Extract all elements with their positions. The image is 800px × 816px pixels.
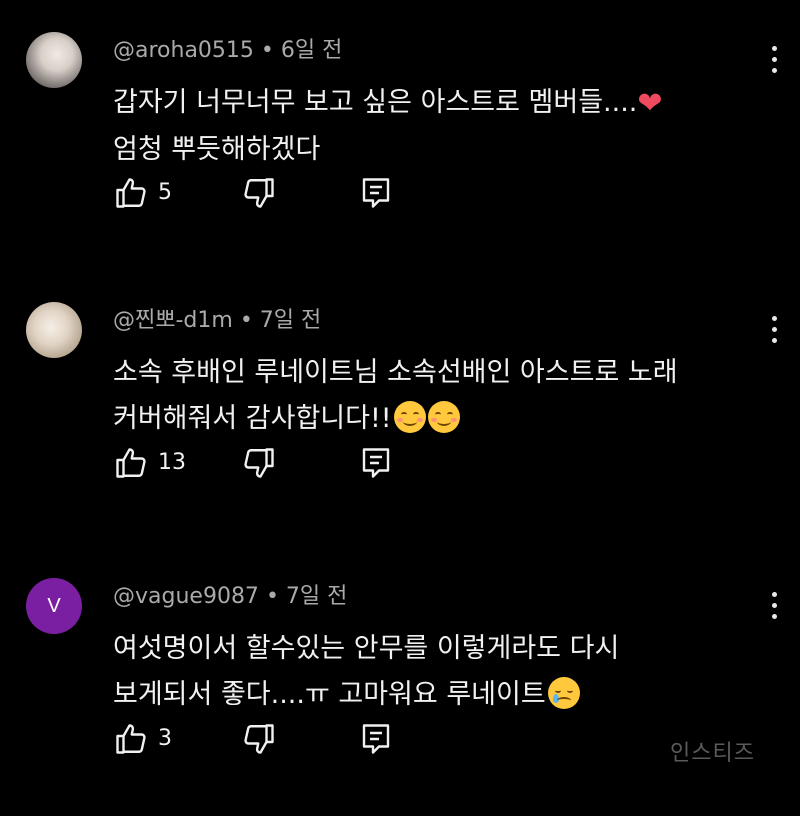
comment-line-text: 여섯명이서 할수있는 안무를 이렇게라도 다시 <box>113 633 620 664</box>
like-count: 3 <box>158 726 172 751</box>
comment-time: 7일 전 <box>285 584 348 609</box>
comment-meta: @aroha0515 • 6일 전 <box>113 32 342 64</box>
reply-icon[interactable] <box>358 175 394 211</box>
comment-line: 소속 후배인 루네이트님 소속선배인 아스트로 노래 <box>113 350 753 396</box>
author-handle[interactable]: @aroha0515 <box>113 38 254 63</box>
smiling-face-emoji-icon <box>393 401 426 433</box>
comment-meta: @vague9087 • 7일 전 <box>113 578 347 610</box>
comment-line-text: 엄청 뿌듯해하겠다 <box>113 134 321 165</box>
comment-line-text: 커버해줘서 감사합니다!! <box>113 403 392 434</box>
like-count: 13 <box>158 450 186 475</box>
reply-icon[interactable] <box>358 445 394 481</box>
comment-line-text: 소속 후배인 루네이트님 소속선배인 아스트로 노래 <box>113 357 678 388</box>
more-vert-icon[interactable] <box>760 310 790 350</box>
comment-text: 여섯명이서 할수있는 안무를 이렇게라도 다시 보게되서 좋다....ㅠ 고마워… <box>113 626 753 718</box>
comment-actions: 13 <box>113 445 413 485</box>
avatar-letter: V <box>47 594 61 617</box>
thumbs-up-icon[interactable] <box>113 445 149 481</box>
more-vert-icon[interactable] <box>760 40 790 80</box>
author-avatar[interactable]: V <box>26 578 82 634</box>
reply-icon[interactable] <box>358 721 394 757</box>
author-handle[interactable]: @찐뽀-d1m <box>113 308 233 333</box>
thumbs-down-icon[interactable] <box>241 721 277 757</box>
crying-face-emoji-icon <box>547 677 580 709</box>
heart-emoji-icon: ❤ <box>637 86 663 121</box>
comment-meta: @찐뽀-d1m • 7일 전 <box>113 302 321 334</box>
comment-time: 7일 전 <box>259 308 322 333</box>
comment-line: 갑자기 너무너무 보고 싶은 아스트로 멤버들....❤ <box>113 80 753 127</box>
smiling-face-emoji-icon <box>427 401 460 433</box>
comment-1: @aroha0515 • 6일 전 갑자기 너무너무 보고 싶은 아스트로 멤버들.… <box>0 0 800 270</box>
comment-time: 6일 전 <box>280 38 343 63</box>
comment-actions: 3 <box>113 721 413 761</box>
more-vert-icon[interactable] <box>760 586 790 626</box>
meta-separator: • <box>239 308 253 333</box>
comment-line-text: 보게되서 좋다....ㅠ 고마워요 루네이트 <box>113 679 546 710</box>
comment-line-text: 갑자기 너무너무 보고 싶은 아스트로 멤버들.... <box>113 87 638 118</box>
comment-line: 여섯명이서 할수있는 안무를 이렇게라도 다시 <box>113 626 753 672</box>
comment-line: 커버해줘서 감사합니다!! <box>113 396 753 442</box>
comment-line: 보게되서 좋다....ㅠ 고마워요 루네이트 <box>113 672 753 718</box>
comment-text: 갑자기 너무너무 보고 싶은 아스트로 멤버들....❤ 엄청 뿌듯해하겠다 <box>113 80 753 173</box>
thumbs-up-icon[interactable] <box>113 721 149 757</box>
author-avatar[interactable] <box>26 32 82 88</box>
thumbs-down-icon[interactable] <box>241 445 277 481</box>
thumbs-up-icon[interactable] <box>113 175 149 211</box>
comment-2: @찐뽀-d1m • 7일 전 소속 후배인 루네이트님 소속선배인 아스트로 노래 … <box>0 270 800 540</box>
comment-line: 엄청 뿌듯해하겠다 <box>113 127 753 173</box>
meta-separator: • <box>265 584 279 609</box>
watermark: 인스티즈 <box>670 741 755 766</box>
author-avatar[interactable] <box>26 302 82 358</box>
thumbs-down-icon[interactable] <box>241 175 277 211</box>
comment-actions: 5 <box>113 175 413 215</box>
author-handle[interactable]: @vague9087 <box>113 584 259 609</box>
like-count: 5 <box>158 180 172 205</box>
meta-separator: • <box>260 38 274 63</box>
comment-3: V @vague9087 • 7일 전 여섯명이서 할수있는 안무를 이렇게라도 다… <box>0 546 800 816</box>
comment-text: 소속 후배인 루네이트님 소속선배인 아스트로 노래 커버해줘서 감사합니다!! <box>113 350 753 442</box>
